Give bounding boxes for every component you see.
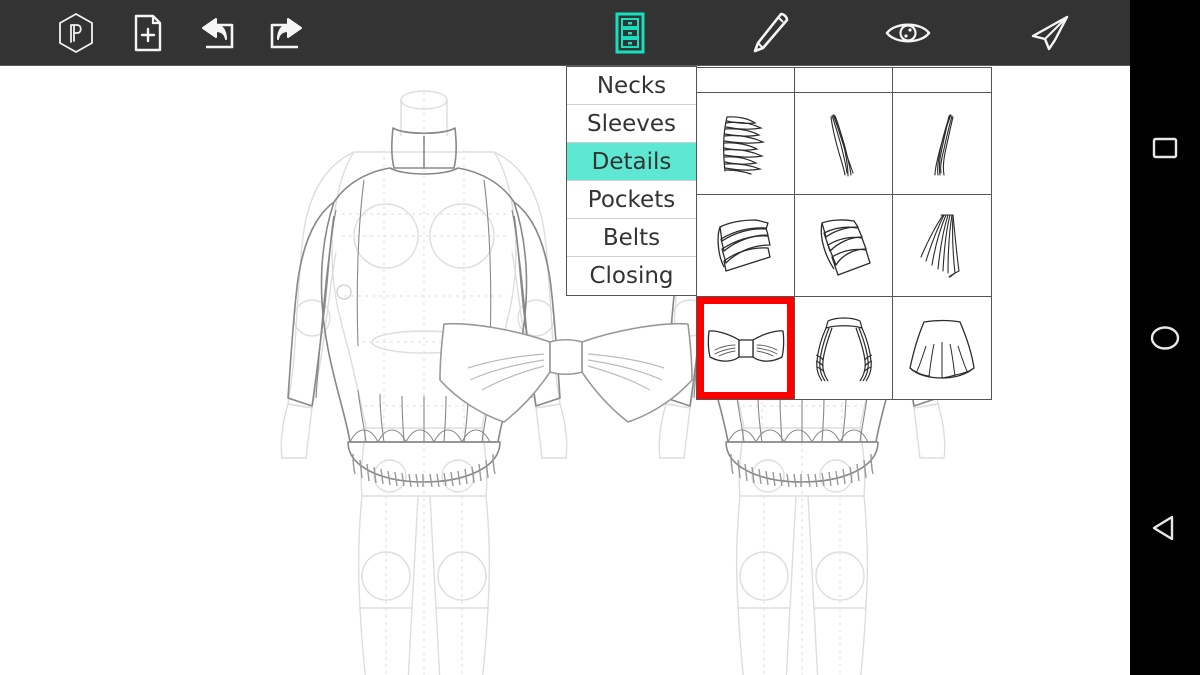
menu-item-details[interactable]: Details bbox=[567, 143, 696, 181]
thumb-cell-partial-3 bbox=[893, 68, 991, 93]
android-navbar bbox=[1130, 0, 1200, 675]
app-root: Necks Sleeves Details Pockets Belts Clos… bbox=[0, 0, 1200, 675]
thumb-cell-partial-2 bbox=[795, 68, 893, 93]
nav-home-button[interactable] bbox=[1130, 308, 1200, 368]
thumb-drape-right[interactable] bbox=[795, 195, 893, 297]
thumb-thin-fringe-2[interactable] bbox=[893, 93, 991, 195]
nav-recents-button[interactable] bbox=[1130, 118, 1200, 178]
thumb-thin-fringe[interactable] bbox=[795, 93, 893, 195]
share-button[interactable] bbox=[1024, 8, 1076, 58]
undo-button[interactable] bbox=[192, 8, 244, 58]
preview-button[interactable] bbox=[882, 8, 934, 58]
triangle-left-icon bbox=[1152, 515, 1174, 541]
nav-back-button[interactable] bbox=[1130, 498, 1200, 558]
thumb-drape-left[interactable] bbox=[697, 195, 795, 297]
thumb-ruffle-trim[interactable] bbox=[697, 93, 795, 195]
new-file-button[interactable] bbox=[122, 8, 174, 58]
menu-item-necks[interactable]: Necks bbox=[567, 67, 696, 105]
bow-tie-overlay bbox=[439, 322, 693, 423]
thumb-bow-tie[interactable] bbox=[697, 297, 795, 399]
thumb-cell-partial-1 bbox=[697, 68, 795, 93]
library-button[interactable] bbox=[604, 8, 656, 58]
thumb-gathered-drape[interactable] bbox=[795, 297, 893, 399]
thumbnail-grid bbox=[696, 67, 992, 400]
draw-button[interactable] bbox=[744, 8, 796, 58]
square-icon bbox=[1152, 137, 1178, 159]
circle-icon bbox=[1150, 326, 1180, 350]
menu-item-sleeves[interactable]: Sleeves bbox=[567, 105, 696, 143]
app-logo-icon[interactable] bbox=[50, 8, 102, 58]
top-toolbar bbox=[0, 0, 1130, 66]
thumb-flared-skirt[interactable] bbox=[893, 297, 991, 399]
category-menu: Necks Sleeves Details Pockets Belts Clos… bbox=[566, 66, 697, 296]
redo-button[interactable] bbox=[260, 8, 312, 58]
thumb-tassel[interactable] bbox=[893, 195, 991, 297]
menu-item-pockets[interactable]: Pockets bbox=[567, 181, 696, 219]
menu-item-closing[interactable]: Closing bbox=[567, 257, 696, 295]
menu-item-belts[interactable]: Belts bbox=[567, 219, 696, 257]
